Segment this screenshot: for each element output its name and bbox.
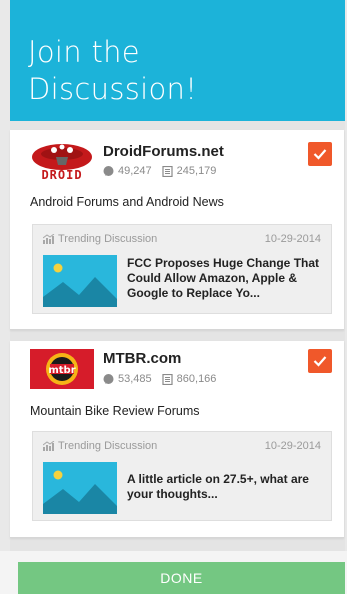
mtbr-logo: mtbr [30, 349, 94, 389]
members-count: 49,247 [118, 165, 152, 177]
trending-discussion-card[interactable]: Trending Discussion 10-29-2014 A little … [32, 431, 332, 521]
posts-count: 245,179 [176, 165, 217, 177]
forum-card[interactable]: DROID DroidForums.net 49,247 245,179 And… [10, 130, 344, 330]
members-stat: 49,247 [103, 165, 152, 177]
page-title: Join the Discussion! [28, 35, 198, 106]
image-placeholder-icon [43, 462, 117, 514]
chat-bubble-icon [103, 373, 114, 384]
image-placeholder-icon [43, 255, 117, 307]
trending-discussion-card[interactable]: Trending Discussion 10-29-2014 FCC Propo… [32, 224, 332, 314]
trending-label: Trending Discussion [43, 440, 157, 452]
forum-card[interactable]: mtbr MTBR.com 53,485 860,166 Mountain Bi… [10, 341, 344, 538]
trending-label: Trending Discussion [43, 233, 157, 245]
svg-text:mtbr: mtbr [48, 365, 75, 376]
forum-stats: 53,485 860,166 [103, 373, 226, 385]
droidforums-logo: DROID [30, 142, 94, 182]
header: Join the Discussion! [10, 0, 345, 121]
done-button[interactable]: DONE [18, 562, 345, 594]
members-stat: 53,485 [103, 373, 152, 385]
chat-bubble-icon [103, 165, 114, 176]
document-icon [162, 373, 173, 385]
forum-name[interactable]: MTBR.com [103, 350, 181, 367]
document-icon [162, 165, 173, 177]
select-checkbox[interactable] [308, 349, 332, 373]
trending-header: Trending Discussion 10-29-2014 [43, 233, 321, 245]
forum-stats: 49,247 245,179 [103, 165, 226, 177]
members-count: 53,485 [118, 373, 152, 385]
checkmark-icon [313, 356, 327, 367]
select-checkbox[interactable] [308, 142, 332, 166]
posts-stat: 860,166 [162, 373, 217, 385]
trending-date: 10-29-2014 [264, 233, 321, 245]
trending-chart-icon [43, 441, 55, 451]
forum-description: Mountain Bike Review Forums [30, 404, 200, 418]
trending-date: 10-29-2014 [264, 440, 321, 452]
forum-name[interactable]: DroidForums.net [103, 143, 224, 160]
posts-stat: 245,179 [162, 165, 217, 177]
trending-chart-icon [43, 234, 55, 244]
trending-article-title[interactable]: A little article on 27.5+, what are your… [127, 472, 325, 502]
trending-article-title[interactable]: FCC Proposes Huge Change That Could Allo… [127, 256, 325, 301]
forum-description: Android Forums and Android News [30, 195, 224, 209]
trending-header: Trending Discussion 10-29-2014 [43, 440, 321, 452]
svg-text:DROID: DROID [41, 168, 82, 182]
posts-count: 860,166 [176, 373, 217, 385]
checkmark-icon [313, 149, 327, 160]
